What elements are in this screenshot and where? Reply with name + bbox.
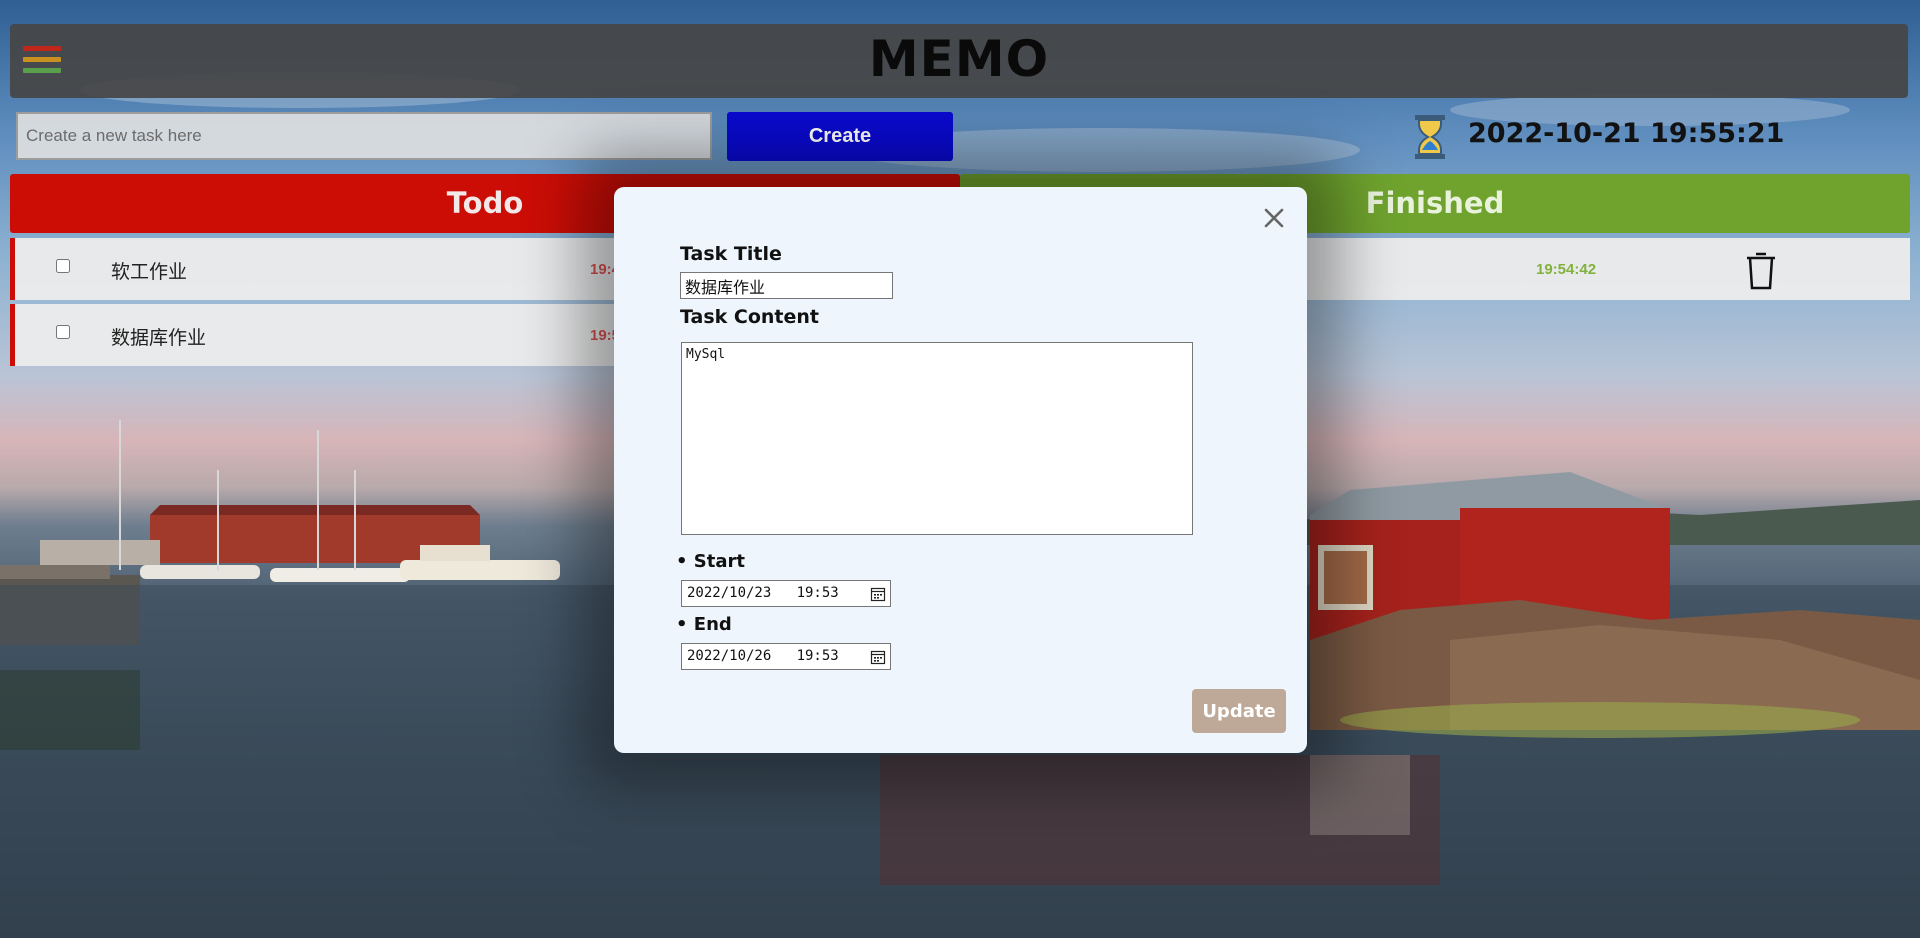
end-label-row: • End — [676, 614, 732, 635]
calendar-icon[interactable] — [870, 649, 886, 665]
task-checkbox[interactable] — [56, 325, 70, 339]
calendar-icon[interactable] — [870, 586, 886, 602]
start-datetime-value: 2022/10/23 19:53 — [687, 585, 839, 601]
task-checkbox[interactable] — [56, 259, 70, 273]
start-datetime-input[interactable]: 2022/10/23 19:53 — [681, 580, 891, 607]
update-button[interactable]: Update — [1192, 689, 1286, 733]
start-label: Start — [693, 551, 745, 572]
task-content-label: Task Content — [680, 306, 819, 328]
end-datetime-input[interactable]: 2022/10/26 19:53 — [681, 643, 891, 670]
task-title: 软工作业 — [111, 261, 188, 283]
app-title: MEMO — [868, 30, 1050, 88]
task-title-input[interactable] — [680, 272, 893, 299]
task-content-textarea[interactable]: MySql — [681, 342, 1193, 535]
app-header: MEMO — [10, 24, 1908, 98]
hourglass-icon — [1415, 115, 1445, 159]
create-button[interactable]: Create — [727, 112, 953, 161]
current-datetime: 2022-10-21 19:55:21 — [1468, 118, 1785, 149]
edit-task-dialog: Task Title Task Content MySql • Start 20… — [614, 187, 1307, 753]
new-task-input[interactable] — [16, 112, 712, 160]
end-datetime-value: 2022/10/26 19:53 — [687, 648, 839, 664]
end-label: End — [693, 614, 732, 635]
task-time: 19:54:42 — [1536, 261, 1597, 278]
close-icon[interactable] — [1260, 204, 1288, 232]
trash-icon[interactable] — [1743, 250, 1779, 290]
start-label-row: • Start — [676, 551, 745, 572]
task-title: 数据库作业 — [111, 327, 207, 349]
task-title-label: Task Title — [680, 243, 782, 265]
